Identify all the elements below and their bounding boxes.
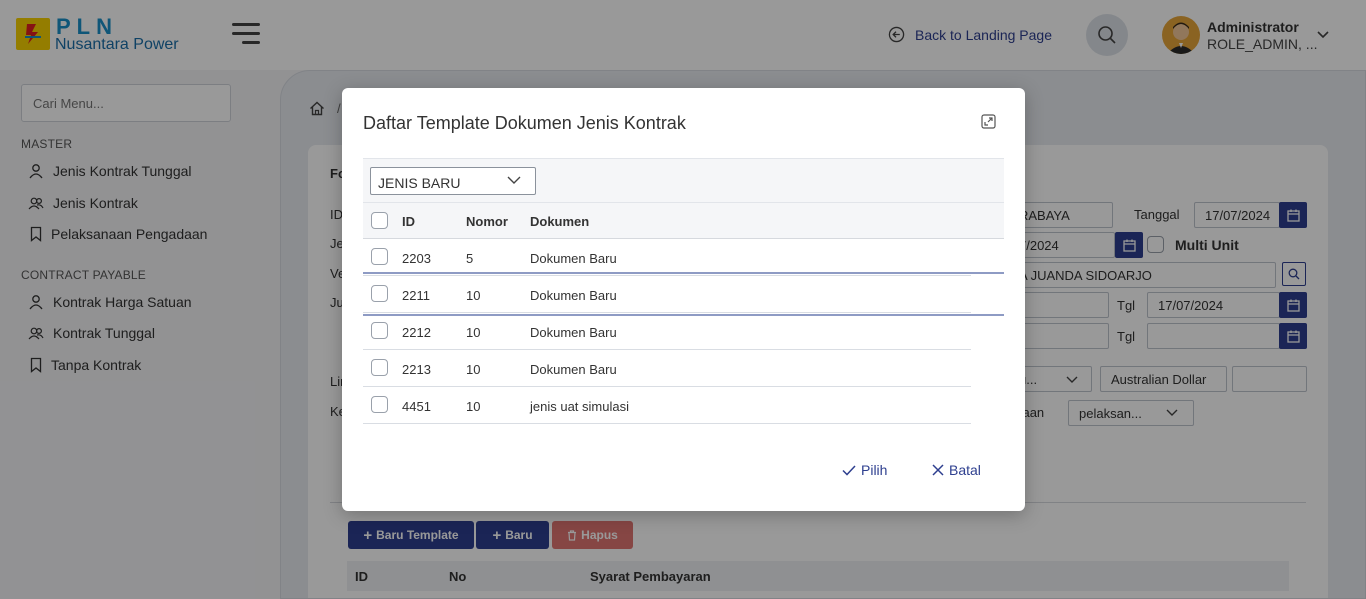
cell-dokumen: Dokumen Baru [530, 362, 617, 377]
row-checkbox[interactable] [371, 248, 388, 265]
pilih-label: Pilih [861, 462, 888, 478]
cell-dokumen: Dokumen Baru [530, 288, 617, 303]
row-checkbox[interactable] [371, 396, 388, 413]
cell-nomor: 5 [466, 251, 474, 266]
col-dokumen: Dokumen [530, 214, 590, 229]
jenis-select[interactable]: JENIS BARU [370, 167, 536, 195]
row-checkbox[interactable] [371, 322, 388, 339]
dialog-title: Daftar Template Dokumen Jenis Kontrak [363, 113, 686, 133]
cell-dokumen: Dokumen Baru [530, 325, 617, 340]
col-nomor: Nomor [466, 214, 508, 229]
row-checkbox[interactable] [371, 285, 388, 302]
row-checkbox[interactable] [371, 359, 388, 376]
cell-dokumen: Dokumen Baru [530, 251, 617, 266]
cell-nomor: 10 [466, 325, 481, 340]
check-icon [842, 464, 856, 476]
cell-nomor: 10 [466, 362, 481, 377]
row-highlight-line [363, 272, 1004, 274]
cell-id: 2211 [402, 288, 430, 303]
table-row[interactable]: 2213 10 Dokumen Baru [363, 350, 971, 387]
cell-id: 2213 [402, 362, 431, 377]
chevron-down-icon [507, 176, 521, 184]
table-row[interactable]: 4451 10 jenis uat simulasi [363, 387, 971, 424]
cell-id: 4451 [402, 399, 431, 414]
close-icon [932, 464, 944, 476]
col-id: ID [402, 214, 415, 229]
batal-label: Batal [949, 462, 981, 478]
template-dialog: Daftar Template Dokumen Jenis Kontrak JE… [342, 88, 1025, 511]
jenis-select-value: JENIS BARU [378, 175, 461, 191]
cell-id: 2212 [402, 325, 431, 340]
pilih-button[interactable]: Pilih [842, 462, 887, 478]
maximize-icon[interactable] [981, 114, 996, 132]
cell-nomor: 10 [466, 288, 481, 303]
filter-bar: JENIS BARU [363, 158, 1004, 202]
table-row[interactable]: 2211 10 Dokumen Baru [363, 276, 971, 313]
select-all-checkbox[interactable] [371, 212, 388, 229]
dialog-table-header: ID Nomor Dokumen [363, 202, 1004, 239]
table-row[interactable]: 2203 5 Dokumen Baru [363, 239, 971, 276]
cell-nomor: 10 [466, 399, 481, 414]
cell-id: 2203 [402, 251, 431, 266]
table-row[interactable]: 2212 10 Dokumen Baru [363, 313, 971, 350]
cell-dokumen: jenis uat simulasi [530, 399, 629, 414]
batal-button[interactable]: Batal [932, 462, 981, 478]
